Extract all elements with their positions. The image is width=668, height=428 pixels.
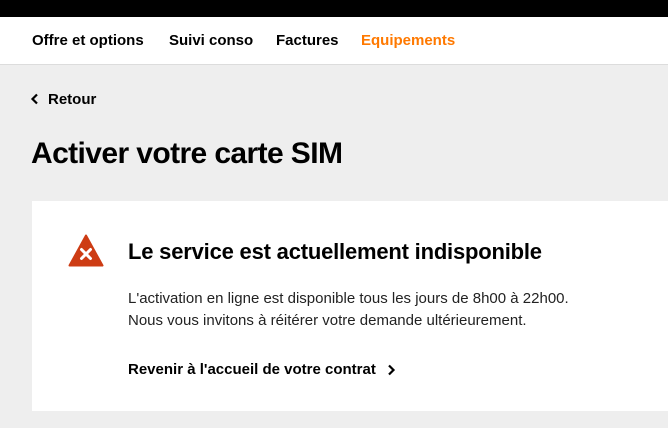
main-navigation: Offre et options Suivi conso Factures Eq… — [0, 17, 668, 65]
top-black-bar — [0, 0, 668, 17]
error-card: Le service est actuellement indisponible… — [32, 201, 668, 411]
error-message-line-2: Nous vous invitons à réitérer votre dema… — [128, 312, 527, 329]
back-label: Retour — [48, 90, 97, 108]
chevron-left-icon — [30, 93, 38, 105]
chevron-right-icon — [388, 364, 395, 375]
page-title: Activer votre carte SIM — [31, 137, 343, 170]
back-to-contract-label: Revenir à l'accueil de votre contrat — [128, 361, 376, 378]
back-to-contract-link[interactable]: Revenir à l'accueil de votre contrat — [128, 361, 396, 378]
error-message-line-1: L'activation en ligne est disponible tou… — [128, 290, 569, 307]
error-message: L'activation en ligne est disponible tou… — [128, 288, 569, 332]
error-warning-icon — [68, 234, 104, 267]
nav-item-equipements[interactable]: Equipements — [361, 32, 455, 49]
nav-item-factures[interactable]: Factures — [276, 32, 339, 49]
nav-item-suivi-conso[interactable]: Suivi conso — [169, 32, 253, 49]
back-link[interactable]: Retour — [30, 90, 96, 108]
error-title: Le service est actuellement indisponible — [128, 239, 542, 264]
nav-item-offre-et-options[interactable]: Offre et options — [32, 32, 144, 49]
